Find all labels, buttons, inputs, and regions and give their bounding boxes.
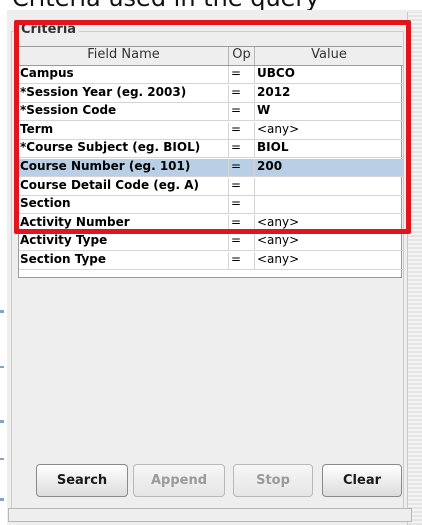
stop-button[interactable]: Stop xyxy=(233,464,313,497)
status-bar xyxy=(8,508,412,522)
left-edge-marker xyxy=(0,420,4,423)
field-name-cell[interactable]: Section Type xyxy=(19,252,229,270)
left-edge-marker xyxy=(0,310,4,313)
value-cell[interactable]: <any> xyxy=(255,252,403,270)
append-button[interactable]: Append xyxy=(133,464,225,497)
top-strip: Criteria used in the query xyxy=(0,0,422,10)
table-row[interactable]: Section Type = <any> xyxy=(19,252,403,270)
left-edge-marker xyxy=(0,498,4,501)
left-edge xyxy=(0,10,7,525)
left-edge-marker xyxy=(0,366,4,368)
clear-button[interactable]: Clear xyxy=(322,464,402,497)
top-strip-text: Criteria used in the query xyxy=(12,0,320,10)
operator-cell[interactable]: = xyxy=(229,233,255,252)
value-cell[interactable]: <any> xyxy=(255,233,403,251)
button-bar: Search Append Stop Clear xyxy=(18,459,402,503)
operator-cell[interactable]: = xyxy=(229,252,255,270)
table-row[interactable]: Activity Type = <any> xyxy=(19,233,403,252)
search-button[interactable]: Search xyxy=(36,464,128,497)
highlight-box xyxy=(14,20,411,234)
left-edge-marker xyxy=(0,458,4,460)
field-name-cell[interactable]: Activity Type xyxy=(19,233,229,252)
